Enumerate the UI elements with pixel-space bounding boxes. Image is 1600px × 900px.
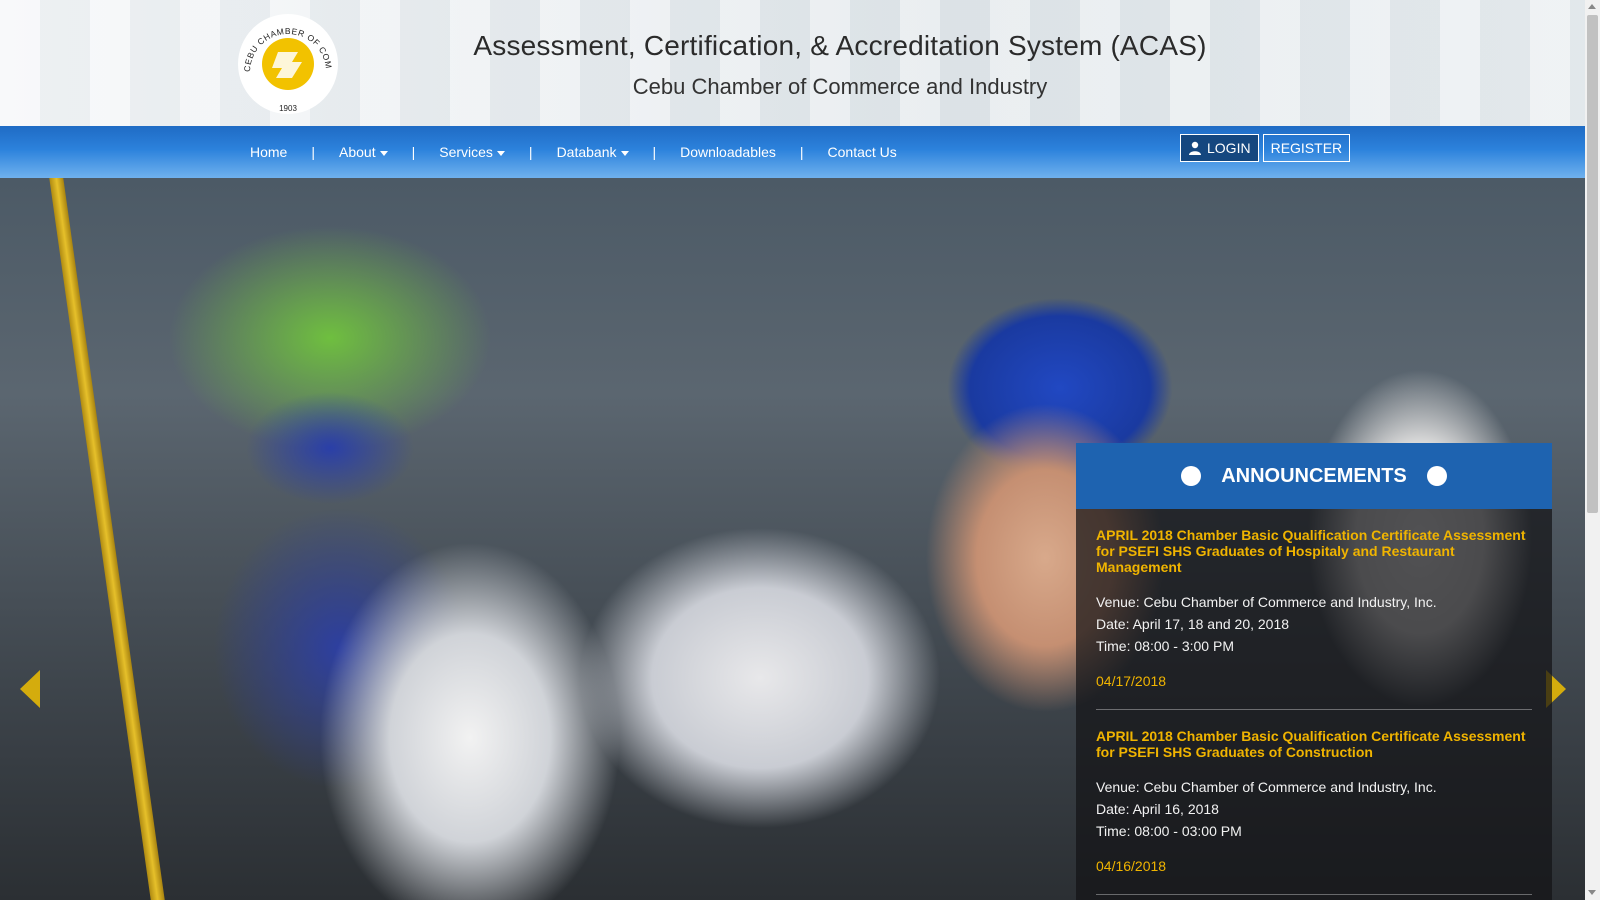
bullet-dot-icon [1426,466,1447,486]
page-subtitle: Cebu Chamber of Commerce and Industry [632,74,1048,99]
announcement-posted-date: 04/17/2018 [1096,673,1167,689]
announcement-date: Date: April 17, 18 and 20, 2018 [1096,616,1290,632]
announcement-date: Date: April 16, 2018 [1096,801,1219,817]
logo-year: 1903 [279,104,297,113]
nav-separator: | [652,144,657,160]
caret-down-icon [379,150,388,156]
nav-separator: | [528,144,533,160]
register-button[interactable]: REGISTER [1262,134,1351,162]
nav-separator: | [311,144,315,160]
announcement-posted-date: 04/16/2018 [1096,858,1167,874]
announcements-panel: ANNOUNCEMENTS APRIL 2018 Chamber Basic Q… [1076,443,1552,900]
announcement-item: APRIL 2018 Chamber Basic Qualification C… [1096,710,1532,895]
scroll-down-icon[interactable] [1588,890,1596,895]
announcement-time: Time: 08:00 - 03:00 PM [1096,823,1242,839]
main-navigation: Home | About | Services | Databank | Dow… [0,126,1585,178]
announcements-header: ANNOUNCEMENTS [1076,443,1552,509]
caret-down-icon [496,150,505,156]
nav-separator: | [799,144,804,160]
nav-home[interactable]: Home [236,144,301,160]
announcements-title: ANNOUNCEMENTS [1221,464,1407,487]
scroll-up-icon[interactable] [1588,4,1596,9]
page-scrollbar[interactable] [1585,0,1600,900]
site-header: CEBU CHAMBER OF COMMERCE & INDUSTRY 1903… [0,0,1585,126]
bullet-dot-icon [1181,466,1202,486]
nav-databank[interactable]: Databank [543,144,643,160]
page-title: Assessment, Certification, & Accreditati… [473,30,1207,61]
nav-downloadables[interactable]: Downloadables [666,144,790,160]
nav-contact-us[interactable]: Contact Us [814,144,911,160]
nav-about-label: About [339,144,376,160]
caret-down-icon [620,150,629,156]
user-icon [1189,141,1201,155]
nav-databank-label: Databank [556,144,617,160]
nav-about[interactable]: About [325,144,402,160]
announcement-title-link[interactable]: APRIL 2018 Chamber Basic Qualification C… [1096,728,1532,760]
chamber-seal-logo[interactable]: CEBU CHAMBER OF COMMERCE & INDUSTRY 1903 [236,12,340,116]
login-label: LOGIN [1207,140,1251,156]
announcement-time: Time: 08:00 - 3:00 PM [1096,638,1234,654]
announcement-item: APRIL 2018 Chamber Basic Qualification C… [1096,509,1532,710]
hero-photo-detail [49,178,165,900]
nav-services-label: Services [439,144,493,160]
announcement-venue: Venue: Cebu Chamber of Commerce and Indu… [1096,594,1437,610]
chevron-left-icon[interactable] [20,670,40,708]
nav-separator: | [411,144,416,160]
announcement-title-link[interactable]: APRIL 2018 Chamber Basic Qualification C… [1096,527,1532,575]
login-button[interactable]: LOGIN [1180,134,1259,162]
nav-services[interactable]: Services [425,144,519,160]
scrollbar-thumb[interactable] [1587,15,1598,513]
announcement-venue: Venue: Cebu Chamber of Commerce and Indu… [1096,779,1437,795]
